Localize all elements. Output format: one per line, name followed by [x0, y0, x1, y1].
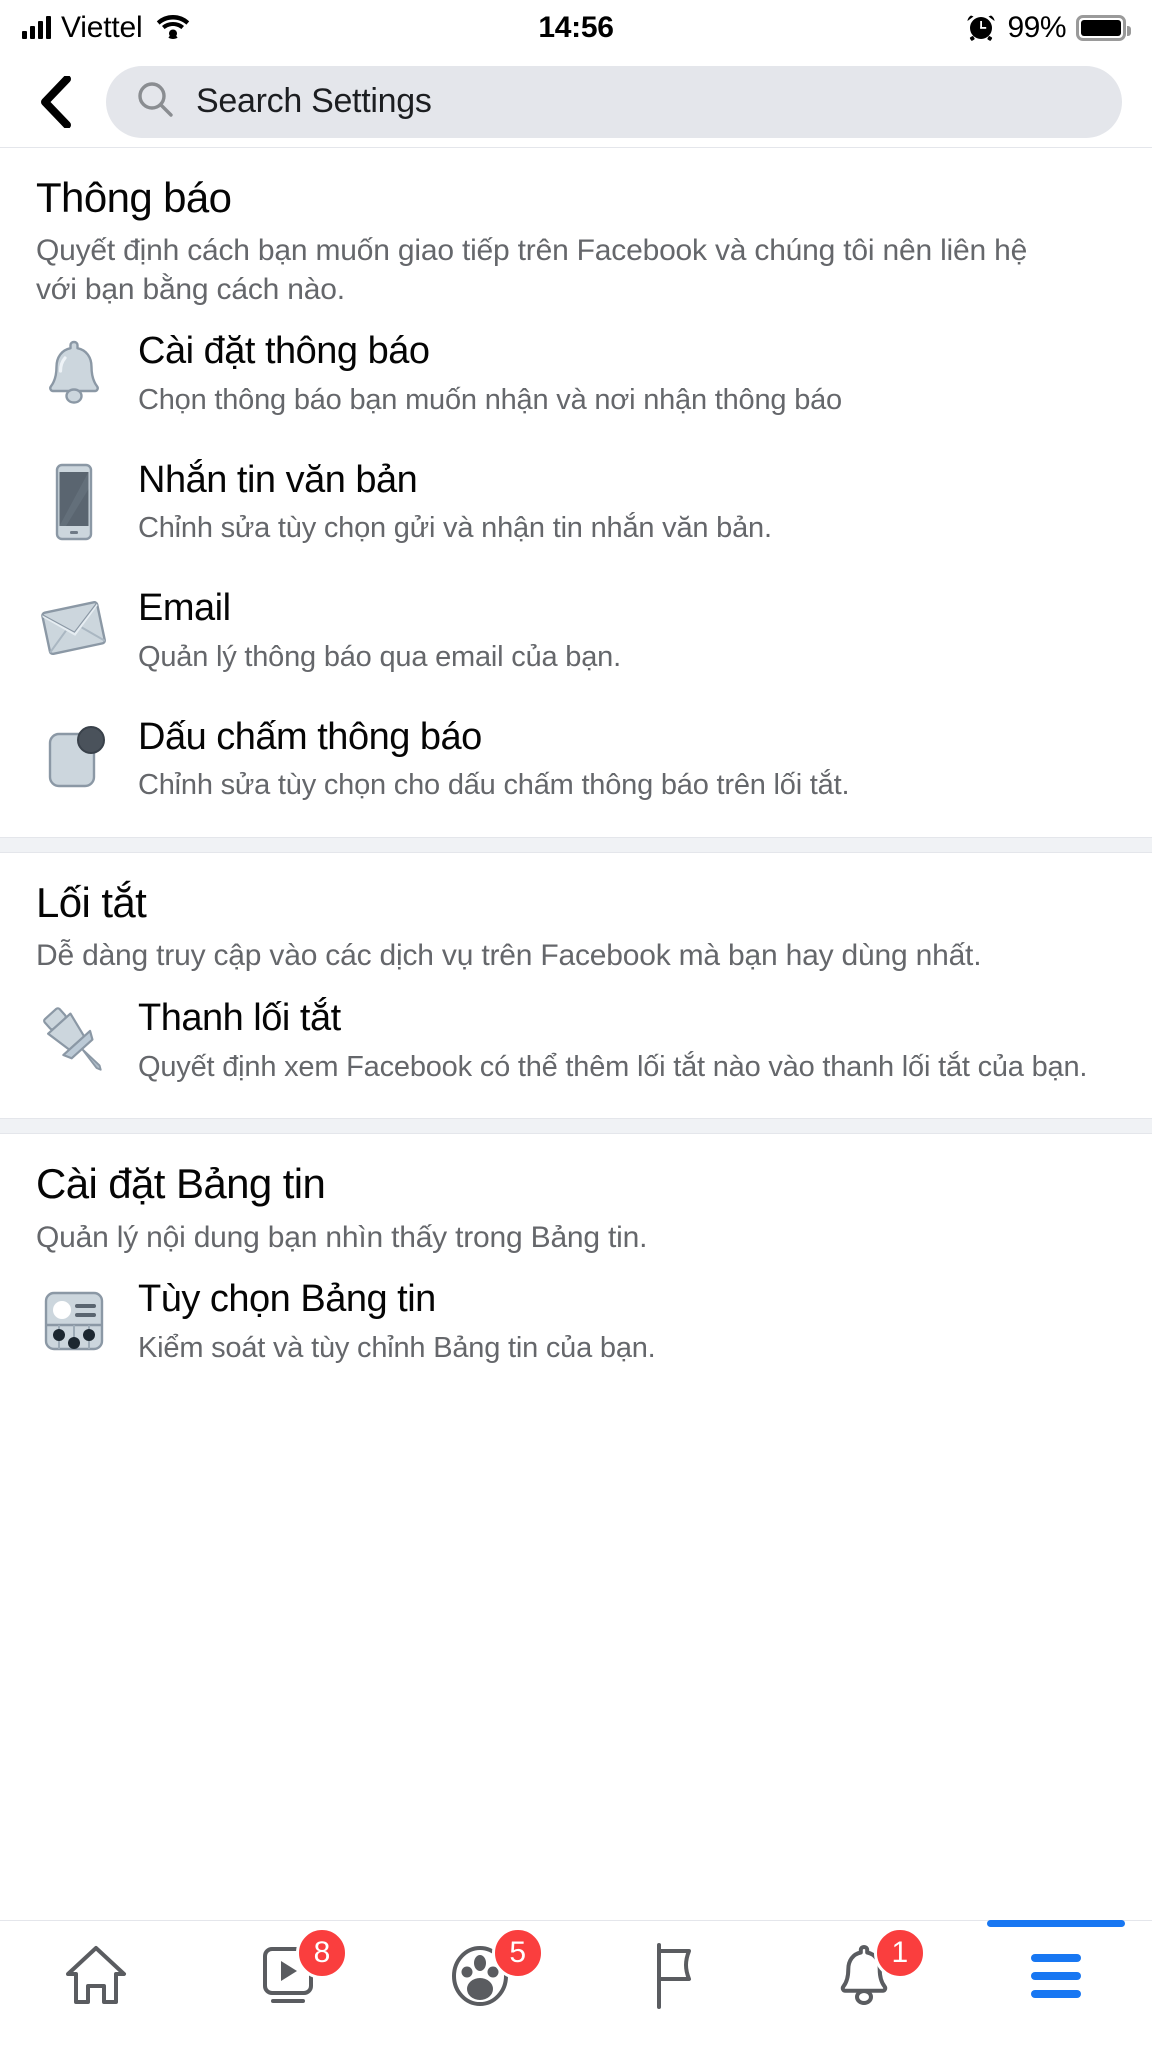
- nav-item-home[interactable]: [0, 1921, 192, 2048]
- nav-item-watch[interactable]: 8: [192, 1921, 384, 2048]
- row-title: Thanh lối tắt: [138, 996, 341, 1039]
- section-shortcuts: Lối tắt Dễ dàng truy cập vào các dịch vụ…: [0, 853, 1152, 1119]
- nav-badge-notifications: 1: [873, 1927, 926, 1979]
- section-description: Dễ dàng truy cập vào các dịch vụ trên Fa…: [36, 939, 982, 973]
- setting-row-email[interactable]: Email Quản lý thông báo qua email của bạ…: [0, 566, 1152, 695]
- nav-badge-watch: 8: [295, 1927, 348, 1979]
- app-screen: Viettel 14:56 99% Search Settings Thông …: [0, 0, 1152, 2048]
- nav-item-marketplace[interactable]: [576, 1921, 768, 2048]
- nav-item-groups[interactable]: 5: [384, 1921, 576, 2048]
- section-divider: [0, 1118, 1152, 1135]
- row-text: Tùy chọn Bảng tin Kiểm soát và tùy chỉnh…: [138, 1275, 1118, 1368]
- row-text: Email Quản lý thông báo qua email của bạ…: [138, 584, 1118, 677]
- nav-badge-groups: 5: [491, 1927, 544, 1979]
- row-text: Dấu chấm thông báo Chỉnh sửa tùy chọn ch…: [138, 713, 1118, 806]
- bottom-navigation-bar: 8 5 1: [0, 1920, 1152, 2048]
- search-icon: [136, 80, 174, 123]
- section-divider: [0, 837, 1152, 854]
- row-subtitle: Kiểm soát và tùy chỉnh Bảng tin của bạn.: [138, 1331, 656, 1364]
- hamburger-menu-icon: [1031, 1954, 1081, 1998]
- row-subtitle: Chỉnh sửa tùy chọn cho dấu chấm thông bá…: [138, 769, 850, 802]
- news-feed-icon: [34, 1275, 114, 1359]
- row-subtitle: Quyết định xem Facebook có thể thêm lối …: [138, 1050, 1088, 1083]
- back-button[interactable]: [28, 74, 84, 130]
- row-title: Dấu chấm thông báo: [138, 715, 482, 758]
- section-header: Lối tắt Dễ dàng truy cập vào các dịch vụ…: [0, 853, 1152, 976]
- setting-row-notification-dots[interactable]: Dấu chấm thông báo Chỉnh sửa tùy chọn ch…: [0, 695, 1152, 824]
- home-icon: [66, 1946, 126, 2004]
- row-title: Tùy chọn Bảng tin: [138, 1278, 436, 1321]
- row-subtitle: Chỉnh sửa tùy chọn gửi và nhận tin nhắn …: [138, 512, 772, 545]
- row-text: Cài đặt thông báo Chọn thông báo bạn muố…: [138, 327, 1118, 420]
- setting-row-news-feed-preferences[interactable]: Tùy chọn Bảng tin Kiểm soát và tùy chỉnh…: [0, 1257, 1152, 1386]
- section-description: Quản lý nội dung bạn nhìn thấy trong Bản…: [36, 1220, 648, 1254]
- section-news-feed-settings: Cài đặt Bảng tin Quản lý nội dung bạn nh…: [0, 1134, 1152, 1400]
- section-title: Lối tắt: [36, 879, 147, 927]
- row-subtitle: Quản lý thông báo qua email của bạn.: [138, 640, 621, 673]
- envelope-icon: [34, 584, 114, 668]
- alarm-clock-icon: [965, 10, 997, 47]
- bell-icon: [34, 327, 114, 411]
- row-text: Nhắn tin văn bản Chỉnh sửa tùy chọn gửi …: [138, 456, 1118, 549]
- setting-row-text-messaging[interactable]: Nhắn tin văn bản Chỉnh sửa tùy chọn gửi …: [0, 438, 1152, 567]
- search-header: Search Settings: [0, 56, 1152, 148]
- status-bar-right: 99%: [965, 10, 1131, 47]
- battery-percent: 99%: [1007, 11, 1066, 44]
- back-chevron-icon: [41, 75, 71, 128]
- setting-row-shortcut-bar[interactable]: Thanh lối tắt Quyết định xem Facebook có…: [0, 976, 1152, 1105]
- section-header: Thông báo Quyết định cách bạn muốn giao …: [0, 148, 1152, 309]
- battery-full-icon: [1076, 15, 1131, 41]
- section-title: Thông báo: [36, 174, 232, 221]
- section-description: Quyết định cách bạn muốn giao tiếp trên …: [36, 234, 1028, 306]
- marketplace-flag-icon: [657, 1943, 691, 2009]
- nav-item-notifications[interactable]: 1: [768, 1921, 960, 2048]
- search-input-text: Search Settings: [196, 82, 432, 120]
- row-title: Cài đặt thông báo: [138, 330, 430, 373]
- section-header: Cài đặt Bảng tin Quản lý nội dung bạn nh…: [0, 1134, 1152, 1257]
- setting-row-notification-settings[interactable]: Cài đặt thông báo Chọn thông báo bạn muố…: [0, 309, 1152, 438]
- pushpin-icon: [34, 994, 114, 1078]
- notification-dot-icon: [34, 713, 114, 797]
- status-bar: Viettel 14:56 99%: [0, 0, 1152, 56]
- settings-content: Thông báo Quyết định cách bạn muốn giao …: [0, 148, 1152, 1920]
- row-title: Email: [138, 587, 231, 630]
- row-text: Thanh lối tắt Quyết định xem Facebook có…: [138, 994, 1118, 1087]
- section-notifications: Thông báo Quyết định cách bạn muốn giao …: [0, 148, 1152, 838]
- search-input[interactable]: Search Settings: [106, 65, 1122, 138]
- row-subtitle: Chọn thông báo bạn muốn nhận và nơi nhận…: [138, 383, 842, 416]
- nav-item-menu[interactable]: [960, 1920, 1152, 2048]
- mobile-phone-icon: [34, 456, 114, 540]
- section-title: Cài đặt Bảng tin: [36, 1160, 326, 1208]
- row-title: Nhắn tin văn bản: [138, 458, 418, 501]
